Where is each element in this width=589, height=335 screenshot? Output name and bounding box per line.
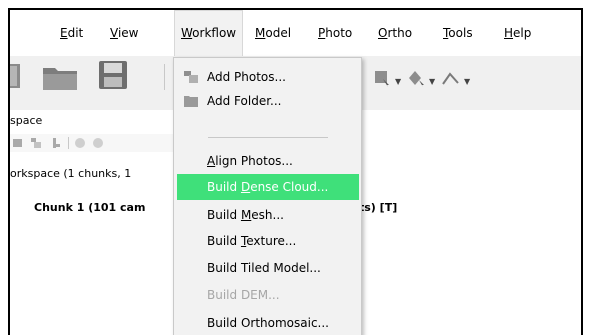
menu-item-build-tiled-model[interactable]: Build Tiled Model... bbox=[177, 255, 359, 281]
menu-item-build-mesh[interactable]: Build Mesh... bbox=[177, 202, 359, 228]
save-icon[interactable] bbox=[98, 60, 128, 90]
new-document-icon[interactable] bbox=[10, 62, 24, 90]
chunk-tree-item[interactable]: Chunk 1 (101 cam bbox=[34, 201, 145, 214]
menu-item-build-dem: Build DEM... bbox=[207, 288, 280, 302]
add-photos-icon bbox=[184, 71, 198, 83]
menu-edit[interactable]: Edit bbox=[60, 10, 83, 56]
menu-item-align-photos[interactable]: Align Photos... bbox=[177, 148, 359, 174]
chevron-down-icon[interactable]: ▼ bbox=[395, 77, 401, 86]
open-folder-icon[interactable] bbox=[42, 65, 78, 91]
enable-icon[interactable] bbox=[74, 137, 86, 149]
add-marker-icon[interactable] bbox=[50, 137, 62, 149]
menu-ortho[interactable]: Ortho bbox=[378, 10, 412, 56]
workspace-toolbar bbox=[10, 134, 180, 152]
ruler-tool-icon[interactable] bbox=[442, 70, 460, 88]
menu-photo[interactable]: Photo bbox=[318, 10, 352, 56]
menu-tools[interactable]: Tools bbox=[443, 10, 473, 56]
chunk-tree-item-tail: ts) [T] bbox=[359, 201, 398, 214]
menu-bar: Edit View Workflow Model Photo Ortho Too… bbox=[10, 10, 581, 57]
chevron-down-icon[interactable]: ▼ bbox=[464, 77, 470, 86]
menu-item-add-folder[interactable]: Add Folder... bbox=[177, 88, 359, 114]
diamond-selection-icon[interactable] bbox=[408, 70, 426, 88]
chevron-down-icon[interactable]: ▼ bbox=[429, 77, 435, 86]
add-chunk-icon[interactable] bbox=[12, 137, 24, 149]
rectangle-selection-icon[interactable] bbox=[374, 70, 392, 88]
menu-workflow[interactable]: Workflow bbox=[174, 10, 244, 57]
add-photos-icon[interactable] bbox=[30, 137, 42, 149]
workspace-panel-title: space bbox=[10, 114, 43, 127]
menu-item-build-orthomosaic[interactable]: Build Orthomosaic... bbox=[177, 310, 359, 335]
disable-icon[interactable] bbox=[92, 137, 104, 149]
toolbar-separator bbox=[164, 64, 165, 90]
menu-item-add-photos[interactable]: Add Photos... bbox=[177, 64, 359, 90]
menu-help[interactable]: Help bbox=[504, 10, 531, 56]
menu-model[interactable]: Model bbox=[255, 10, 291, 56]
menu-item-build-dense-cloud[interactable]: Build Dense Cloud... bbox=[177, 174, 359, 200]
add-folder-icon bbox=[184, 96, 198, 107]
menu-item-build-texture[interactable]: Build Texture... bbox=[177, 228, 359, 254]
menu-separator bbox=[208, 137, 328, 138]
menu-view[interactable]: View bbox=[110, 10, 138, 56]
toolbar-separator bbox=[68, 137, 69, 149]
app-window: Edit View Workflow Model Photo Ortho Too… bbox=[8, 8, 583, 335]
workflow-menu-dropdown: Add Photos... Add Folder... Align Photos… bbox=[173, 57, 362, 335]
workspace-tree-root[interactable]: orkspace (1 chunks, 1 bbox=[10, 167, 131, 180]
